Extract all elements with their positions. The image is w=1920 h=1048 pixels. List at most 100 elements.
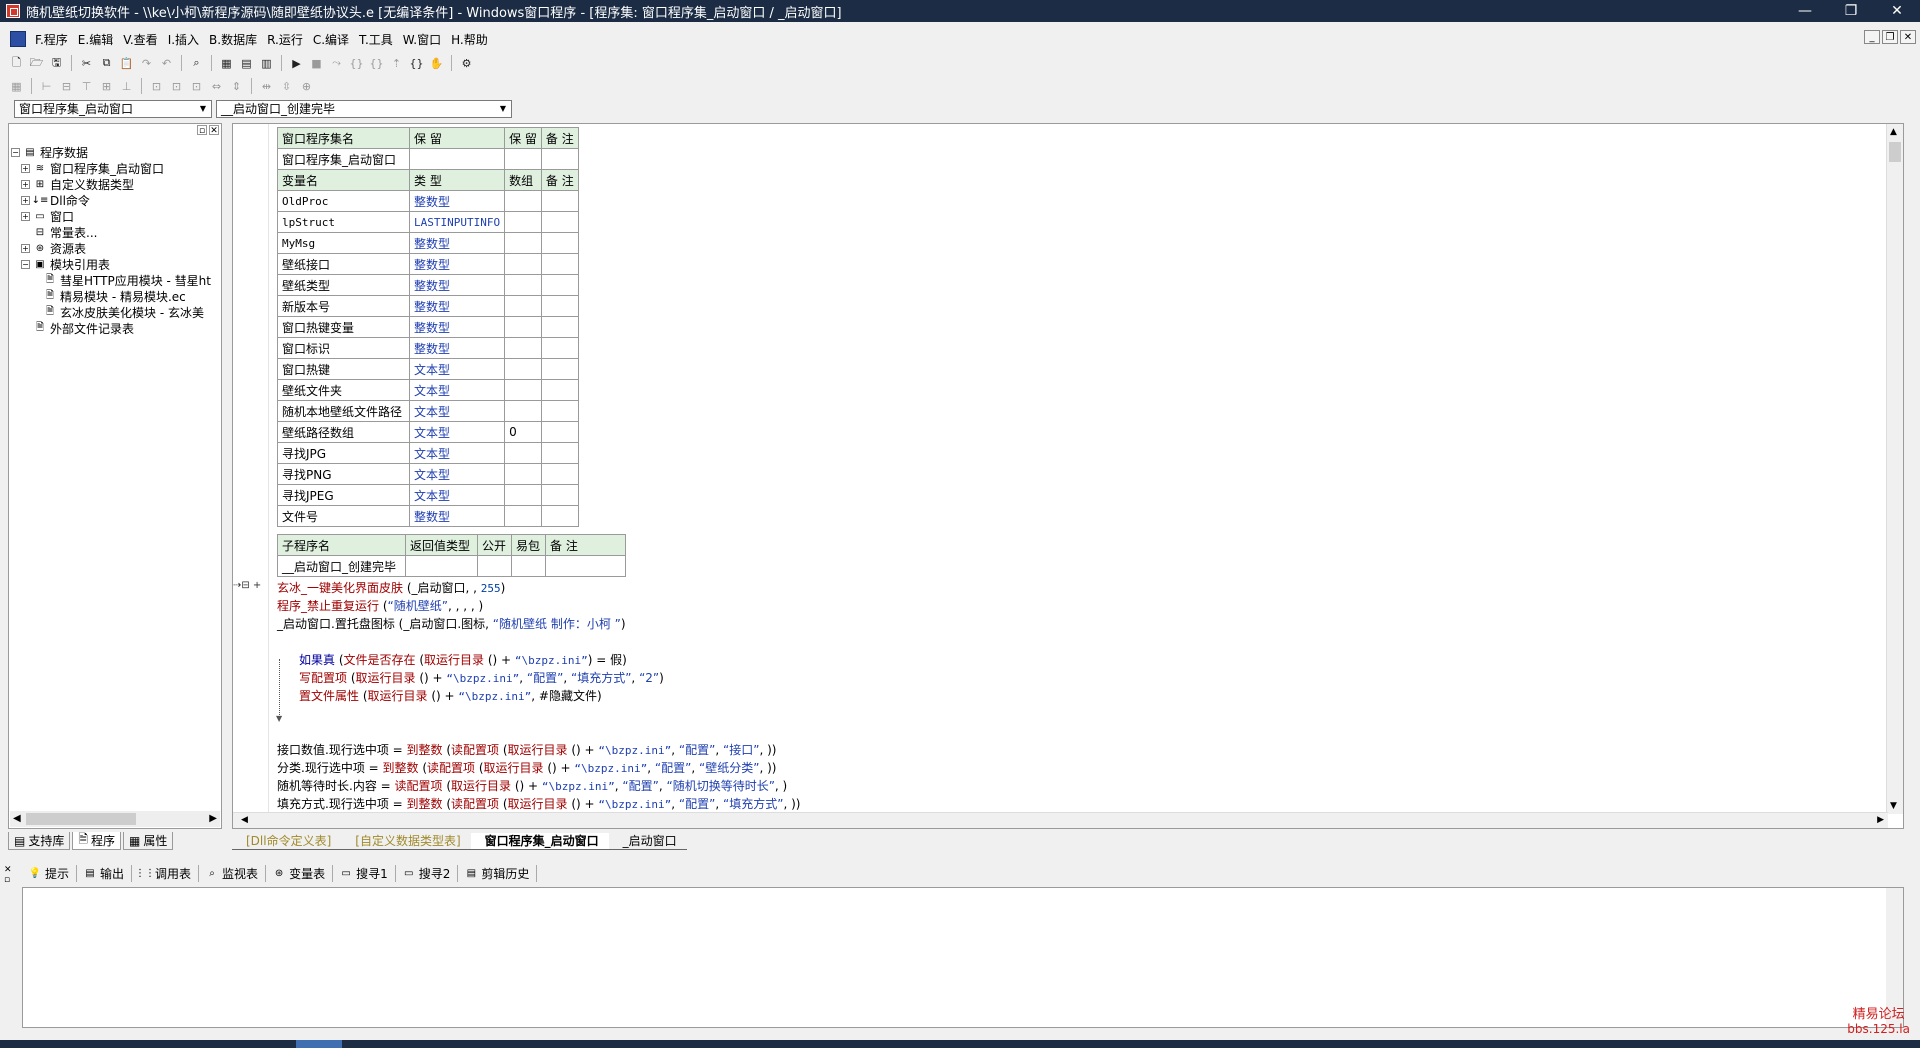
taskbar-active-item[interactable] [296, 1040, 342, 1048]
tree-horizontal-scrollbar[interactable]: ◀ ▶ [10, 811, 220, 827]
scroll-left-icon[interactable]: ◀ [13, 813, 21, 824]
tree-node[interactable]: − ▤ 程序数据 [11, 144, 221, 160]
open-folder-icon[interactable]: 🗁 [28, 55, 45, 72]
table-cell[interactable] [511, 555, 546, 577]
table-header-row[interactable]: 子程序名 返回值类型 公开 易包备 注 [277, 534, 626, 556]
menu-window[interactable]: W.窗口 [398, 31, 446, 48]
bottom-tab[interactable]: ⋮⋮ 调用表 [132, 864, 200, 882]
table-cell[interactable]: 窗口热键 [277, 358, 410, 380]
same-height-icon[interactable]: ⊡ [168, 78, 185, 95]
table-row[interactable]: 文件号 整数型 [277, 505, 579, 527]
chevron-down-icon[interactable]: ▼ [196, 102, 210, 116]
minimize-button[interactable]: — [1782, 0, 1828, 22]
table-cell[interactable]: 文本型 [408, 400, 506, 422]
code-line-wait[interactable]: 随机等待时长.内容 = 读配置项 (取运行目录 () + “\bzpz.ini”… [277, 777, 787, 794]
table-cell[interactable] [504, 358, 542, 380]
table-cell[interactable]: 数组 [504, 169, 542, 191]
table-cell[interactable]: 寻找PNG [277, 463, 410, 485]
menu-compile[interactable]: C.编译 [308, 31, 354, 48]
table-cell[interactable]: 备 注 [545, 534, 626, 556]
cut-icon[interactable]: ✂ [78, 55, 95, 72]
table-cell[interactable] [504, 211, 542, 233]
table-cell[interactable] [540, 463, 579, 485]
table-cell[interactable]: 壁纸文件夹 [277, 379, 410, 401]
table-cell[interactable]: 窗口程序集_启动窗口 [277, 148, 410, 170]
chevron-down-icon[interactable]: ▼ [496, 102, 510, 116]
expand-toggle-icon[interactable]: + [21, 211, 30, 221]
layout1-icon[interactable]: ▦ [218, 55, 235, 72]
table-header-row[interactable]: 窗口程序集名保 留保 留备 注 [277, 127, 579, 149]
scroll-left-icon[interactable]: ◀ [241, 815, 248, 825]
tree-node[interactable]: 🗎 精易模块 - 精易模块.ec [11, 288, 221, 304]
table-cell[interactable]: 文本型 [408, 484, 506, 506]
table-cell[interactable]: 整数型 [408, 253, 506, 275]
tree-node[interactable]: + ≋ 窗口程序集_启动窗口 [11, 160, 221, 176]
table-cell[interactable] [504, 316, 542, 338]
tree-node[interactable]: + ⊛ 资源表 [11, 240, 221, 256]
code-line-if[interactable]: 如果真 (文件是否存在 (取运行目录 () + “\bzpz.ini”) = 假… [299, 651, 627, 668]
code-line-category[interactable]: 分类.现行选中项 = 到整数 (读配置项 (取运行目录 () + “\bzpz.… [277, 759, 776, 776]
table-cell[interactable]: 文本型 [408, 358, 506, 380]
menu-insert[interactable]: I.插入 [163, 31, 204, 48]
expand-toggle-icon[interactable]: + [21, 179, 30, 189]
tab-startup-window[interactable]: _启动窗口 [608, 833, 687, 850]
table-cell[interactable]: 保 留 [408, 127, 506, 149]
editor-horizontal-scrollbar[interactable]: ◀ ▶ [233, 812, 1888, 828]
code-line-fill[interactable]: 填充方式.现行选中项 = 到整数 (读配置项 (取运行目录 () + “\bzp… [277, 795, 800, 812]
scroll-right-icon[interactable]: ▶ [1877, 815, 1884, 825]
table-cell[interactable]: OldProc [277, 190, 410, 212]
table-cell[interactable]: 整数型 [408, 295, 506, 317]
center-v-icon[interactable]: ⇳ [278, 78, 295, 95]
table-cell[interactable]: 备 注 [540, 127, 579, 149]
menu-tools[interactable]: T.工具 [354, 31, 398, 48]
table-cell[interactable]: 文本型 [408, 421, 506, 443]
table-cell[interactable]: 随机本地壁纸文件路径 [277, 400, 410, 422]
table-cell[interactable] [540, 400, 579, 422]
menu-edit[interactable]: E.编辑 [73, 31, 118, 48]
braces-icon[interactable]: {} [408, 55, 425, 72]
bottom-tab[interactable]: ▭ 搜寻1 [333, 864, 396, 882]
table-cell[interactable]: MyMsg [277, 232, 410, 254]
table-row[interactable]: 随机本地壁纸文件路径 文本型 [277, 400, 579, 422]
step-over-icon[interactable]: {} [368, 55, 385, 72]
table-cell[interactable] [504, 442, 542, 464]
table-cell[interactable] [504, 148, 542, 170]
hand-icon[interactable]: ✋ [428, 55, 445, 72]
layout3-icon[interactable]: ▥ [258, 55, 275, 72]
menu-database[interactable]: B.数据库 [204, 31, 262, 48]
code-line-set-attr[interactable]: 置文件属性 (取运行目录 () + “\bzpz.ini”, #隐藏文件) [299, 687, 602, 704]
code-line-1[interactable]: 玄冰_一键美化界面皮肤 (_启动窗口, , 255) [277, 579, 505, 596]
tab-program[interactable]: 🗎 程序 [72, 832, 122, 850]
close-button[interactable]: ✕ [1874, 0, 1920, 22]
layout2-icon[interactable]: ▤ [238, 55, 255, 72]
stop-icon[interactable]: ■ [308, 55, 325, 72]
table-cell[interactable] [504, 253, 542, 275]
same-size-icon[interactable]: ⊡ [188, 78, 205, 95]
find-icon[interactable]: ⌕ [188, 55, 205, 72]
subroutine-select[interactable]: __启动窗口_创建完毕 ▼ [216, 100, 512, 118]
mdi-minimize-icon[interactable]: _ [1864, 30, 1880, 44]
table-row[interactable]: 窗口热键变量 整数型 [277, 316, 579, 338]
run-icon[interactable]: ▶ [288, 55, 305, 72]
tree-node[interactable]: 🗎 玄冰皮肤美化模块 - 玄冰美 [11, 304, 221, 320]
table-row[interactable]: 壁纸接口 整数型 [277, 253, 579, 275]
bottom-tab[interactable]: ⊛ 变量表 [266, 864, 334, 882]
table-cell[interactable] [540, 505, 579, 527]
table-cell[interactable]: 0 [504, 421, 542, 443]
table-cell[interactable]: 整数型 [408, 232, 506, 254]
table-cell[interactable] [504, 400, 542, 422]
table-cell[interactable] [504, 505, 542, 527]
table-header-row[interactable]: 变量名类 型数组备 注 [277, 169, 579, 191]
mdi-restore-icon[interactable]: ❐ [1882, 30, 1898, 44]
table-cell[interactable] [540, 211, 579, 233]
table-row[interactable]: 寻找JPG 文本型 [277, 442, 579, 464]
table-row[interactable]: 窗口程序集_启动窗口 [277, 148, 579, 170]
table-cell[interactable] [408, 148, 506, 170]
table-cell[interactable] [405, 555, 478, 577]
table-cell[interactable] [540, 442, 579, 464]
tree-node[interactable]: + ⊞ 自定义数据类型 [11, 176, 221, 192]
table-cell[interactable] [504, 484, 542, 506]
table-cell[interactable]: 易包 [511, 534, 546, 556]
table-cell[interactable] [504, 190, 542, 212]
bottom-tab[interactable]: 💡 提示 [22, 864, 78, 882]
